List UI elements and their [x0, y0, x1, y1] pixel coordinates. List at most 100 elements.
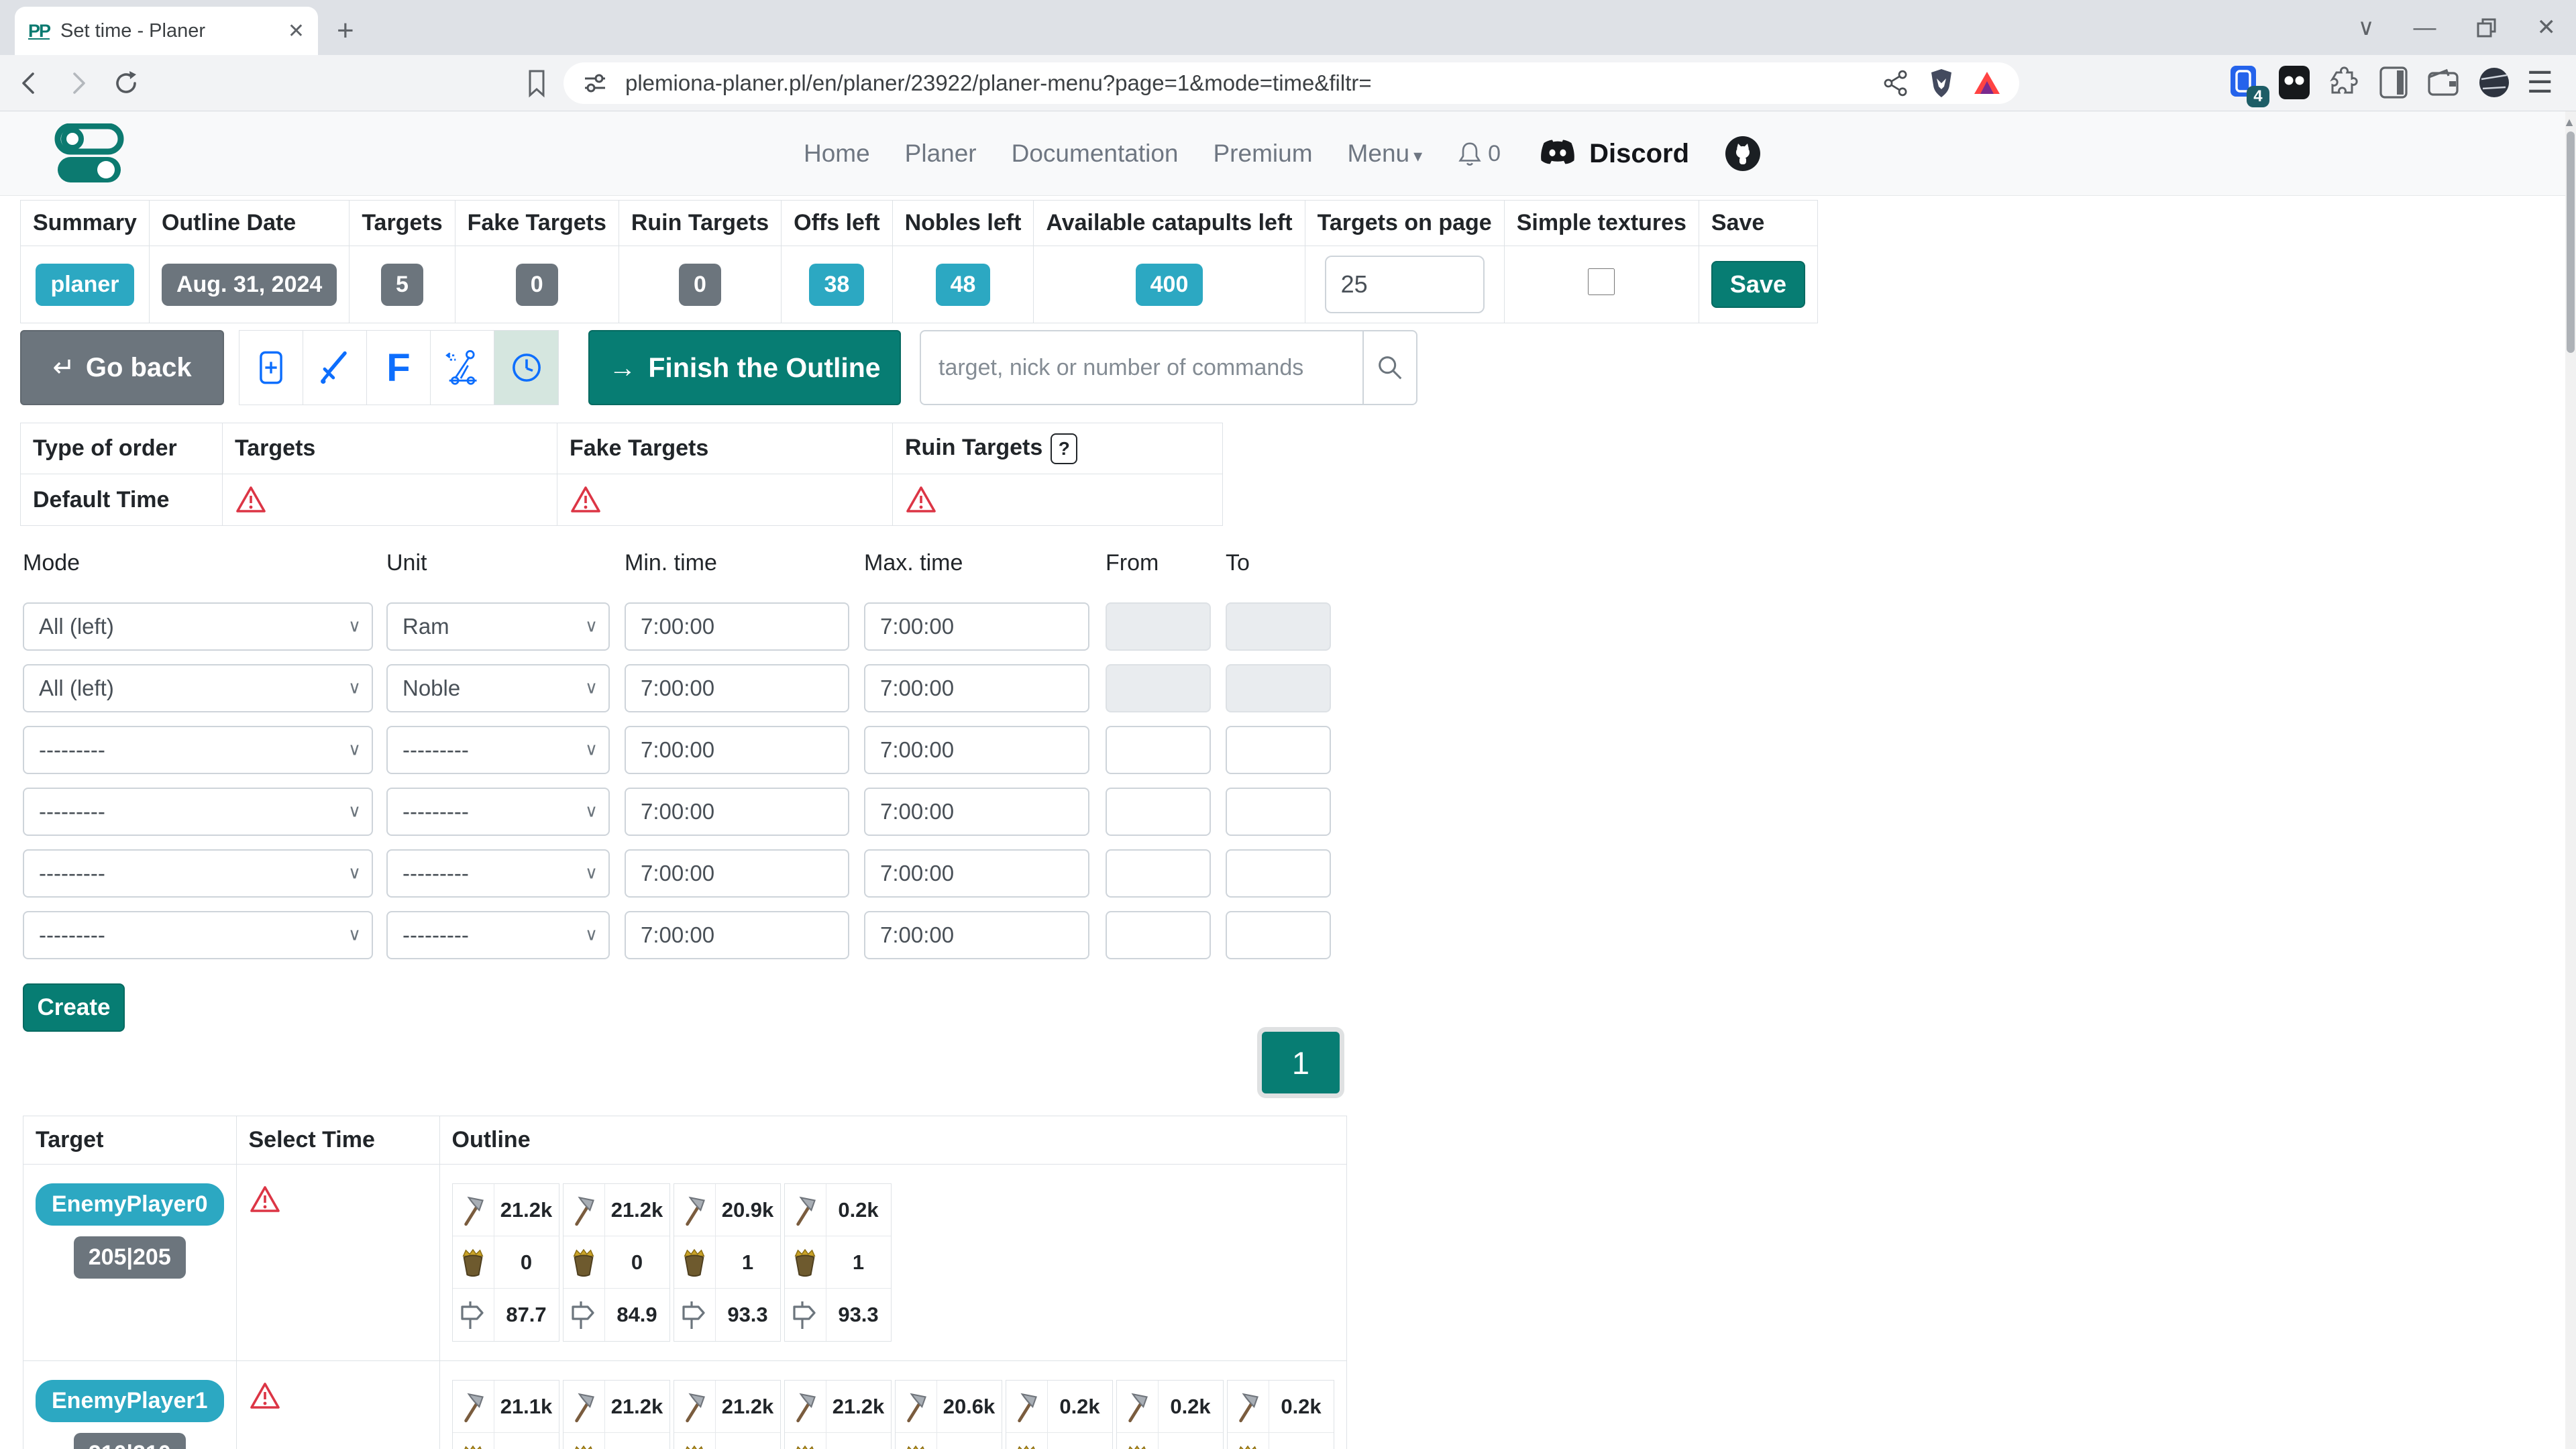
bell-icon [1457, 140, 1483, 168]
from-input[interactable] [1106, 788, 1211, 836]
back-button[interactable] [11, 64, 48, 102]
mode-select[interactable]: ---------∨ [23, 849, 373, 898]
command-card[interactable]: 21.2k 0 84.9 [563, 1183, 670, 1342]
min-time-input[interactable] [625, 602, 849, 651]
brave-shields-icon[interactable] [1927, 67, 1956, 99]
command-card[interactable]: 21.2k 0 87.7 [452, 1183, 559, 1342]
targets-sword-button[interactable] [303, 331, 367, 405]
from-input[interactable] [1106, 726, 1211, 774]
unit-select[interactable]: ---------∨ [386, 726, 610, 774]
new-tab-button[interactable]: + [337, 12, 354, 50]
ruin-targets-button[interactable] [431, 331, 494, 405]
command-card[interactable]: 0.2k 1 93.3 [784, 1183, 892, 1342]
unit-select[interactable]: ---------∨ [386, 788, 610, 836]
window-restore-button[interactable] [2475, 16, 2498, 39]
max-time-input[interactable] [864, 788, 1089, 836]
min-time-input[interactable] [625, 788, 849, 836]
command-card[interactable]: 21.2k 0 [784, 1380, 892, 1449]
finish-outline-button[interactable]: → Finish the Outline [588, 330, 901, 405]
search-input[interactable] [920, 330, 1362, 405]
set-time-button[interactable] [494, 331, 558, 405]
to-input[interactable] [1226, 726, 1331, 774]
globe-wallet-icon[interactable] [2477, 66, 2511, 99]
unit-select-value: --------- [402, 922, 469, 948]
notifications-button[interactable]: 0 [1457, 140, 1501, 168]
add-target-button[interactable] [239, 331, 303, 405]
mode-select[interactable]: All (left)∨ [23, 602, 373, 651]
max-time-input[interactable] [864, 849, 1089, 898]
command-card[interactable]: 21.2k 0 [563, 1380, 670, 1449]
sidebar-panel-icon[interactable] [2377, 65, 2410, 100]
nav-link-home[interactable]: Home [804, 140, 870, 168]
max-time-input[interactable] [864, 911, 1089, 959]
to-input[interactable] [1226, 788, 1331, 836]
tab-close-icon[interactable]: ✕ [288, 19, 305, 43]
save-button[interactable]: Save [1711, 261, 1805, 308]
min-time-input[interactable] [625, 664, 849, 712]
browser-menu-icon[interactable]: ☰ [2527, 66, 2553, 100]
min-time-input[interactable] [625, 911, 849, 959]
reload-button[interactable] [107, 64, 145, 102]
site-logo[interactable] [39, 123, 140, 185]
mode-select[interactable]: ---------∨ [23, 788, 373, 836]
min-time-input[interactable] [625, 726, 849, 774]
from-input[interactable] [1106, 849, 1211, 898]
command-card[interactable]: 0.2k 1 [1227, 1380, 1334, 1449]
target-name-badge[interactable]: EnemyPlayer0 [36, 1183, 224, 1226]
command-card[interactable]: 20.9k 1 93.3 [674, 1183, 781, 1342]
bat-rewards-icon[interactable] [1972, 70, 2002, 97]
create-button[interactable]: Create [23, 983, 125, 1032]
mode-select[interactable]: ---------∨ [23, 726, 373, 774]
max-time-input[interactable] [864, 602, 1089, 651]
from-input[interactable] [1106, 911, 1211, 959]
unit-select[interactable]: ---------∨ [386, 849, 610, 898]
command-card[interactable]: 0.2k 1 [1116, 1380, 1224, 1449]
url-text[interactable]: plemiona-planer.pl/en/planer/23922/plane… [625, 70, 1865, 96]
browser-tab[interactable]: PP Set time - Planer ✕ [15, 7, 318, 55]
nav-link-documentation[interactable]: Documentation [1012, 140, 1179, 168]
blocker-extension-icon[interactable]: 4 [2229, 64, 2261, 101]
to-input[interactable] [1226, 911, 1331, 959]
max-time-input[interactable] [864, 664, 1089, 712]
unit-select[interactable]: Noble∨ [386, 664, 610, 712]
command-card[interactable]: 20.6k 1 [895, 1380, 1002, 1449]
mode-select[interactable]: All (left)∨ [23, 664, 373, 712]
extensions-puzzle-icon[interactable] [2327, 66, 2361, 99]
wallet-icon[interactable] [2426, 66, 2461, 99]
share-icon[interactable] [1881, 68, 1911, 98]
pagination-page-1[interactable]: 1 [1262, 1032, 1340, 1093]
scrollbar-thumb[interactable] [2567, 131, 2575, 353]
url-bar[interactable]: plemiona-planer.pl/en/planer/23922/plane… [564, 62, 2019, 104]
command-card[interactable]: 21.2k 0 [674, 1380, 781, 1449]
to-input[interactable] [1226, 849, 1331, 898]
signpost-icon [453, 1289, 494, 1341]
command-card[interactable]: 21.1k 0 [452, 1380, 559, 1449]
min-time-input[interactable] [625, 849, 849, 898]
nav-link-premium[interactable]: Premium [1214, 140, 1313, 168]
nav-link-planer[interactable]: Planer [905, 140, 977, 168]
site-settings-icon[interactable] [581, 69, 609, 97]
unit-select[interactable]: Ram∨ [386, 602, 610, 651]
search-button[interactable] [1362, 330, 1417, 405]
fake-targets-button[interactable]: F [367, 331, 431, 405]
help-icon[interactable]: ? [1051, 433, 1077, 464]
targets-on-page-input[interactable] [1325, 256, 1485, 313]
bookmark-icon[interactable] [522, 67, 551, 99]
tab-search-chevron-icon[interactable]: ∨ [2358, 14, 2375, 41]
summary-badge[interactable]: planer [36, 264, 133, 306]
window-minimize-button[interactable]: — [2414, 15, 2436, 41]
mode-select[interactable]: ---------∨ [23, 911, 373, 959]
github-link[interactable] [1724, 135, 1762, 172]
target-name-badge[interactable]: EnemyPlayer1 [36, 1380, 224, 1422]
max-time-input[interactable] [864, 726, 1089, 774]
nav-menu-dropdown[interactable]: Menu▾ [1348, 140, 1423, 168]
command-card[interactable]: 0.2k 1 [1006, 1380, 1113, 1449]
unit-select[interactable]: ---------∨ [386, 911, 610, 959]
go-back-button[interactable]: ↵ Go back [20, 330, 224, 405]
page-scrollbar[interactable]: ▲ [2565, 111, 2576, 1449]
forward-button[interactable] [59, 64, 97, 102]
dark-extension-icon[interactable] [2277, 64, 2311, 101]
window-close-button[interactable]: ✕ [2537, 14, 2557, 41]
simple-textures-checkbox[interactable] [1588, 268, 1615, 295]
discord-link[interactable]: Discord [1536, 137, 1689, 170]
